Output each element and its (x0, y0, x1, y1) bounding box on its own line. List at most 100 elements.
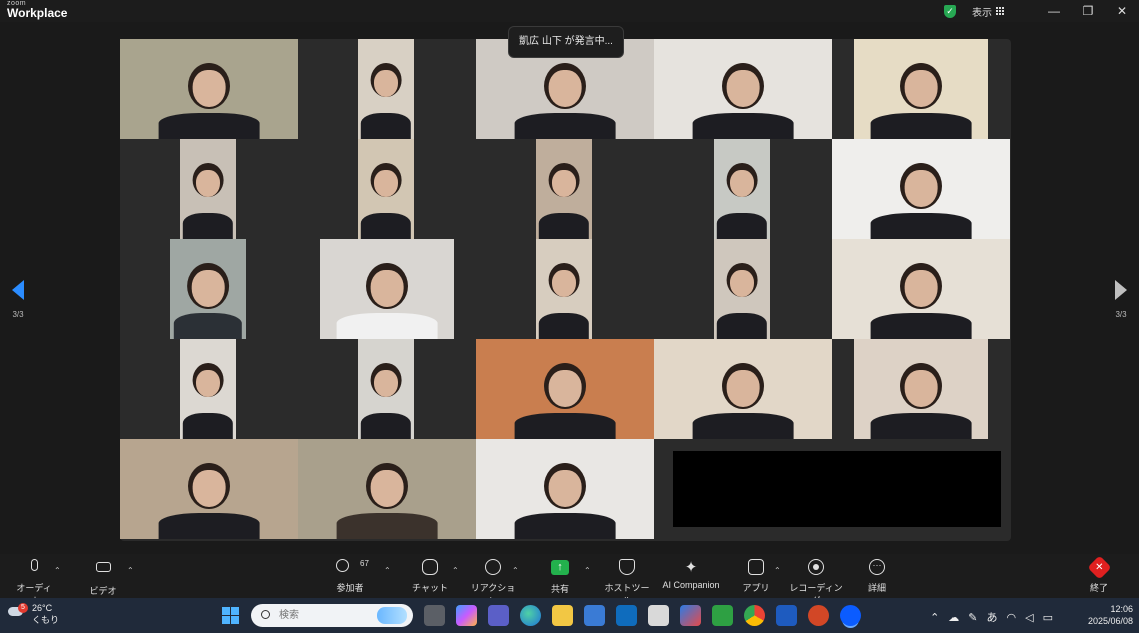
participant-video-tile[interactable] (120, 439, 298, 539)
paint-icon[interactable] (680, 605, 701, 626)
share-button[interactable]: ↑ 共有 (546, 558, 574, 595)
clock-time: 12:06 (1110, 604, 1133, 614)
system-tray: ⌃ ☁ ✎ あ ◠ ◁ ▭ (930, 609, 1053, 625)
camera-icon (95, 562, 111, 572)
taskbar-apps (424, 605, 861, 626)
outlook-icon[interactable] (616, 605, 637, 626)
participant-video-tile[interactable] (654, 339, 832, 439)
participant-face (729, 270, 755, 298)
apps-options-chevron-icon[interactable]: ⌃ (774, 566, 781, 575)
more-button[interactable]: ··· 詳細 (864, 558, 890, 594)
grid-view-icon[interactable] (996, 6, 1005, 16)
participant-face (726, 70, 760, 107)
previous-page-button[interactable]: 3/3 (6, 280, 30, 319)
ime-indicator[interactable]: あ (987, 609, 998, 625)
wifi-icon[interactable]: ◠ (1007, 611, 1017, 624)
chevron-up-icon[interactable]: ⌃ (930, 611, 939, 624)
apps-icon (748, 559, 764, 575)
participant-face (373, 370, 399, 398)
participant-video-tile[interactable] (832, 239, 1010, 339)
participant-video-tile[interactable] (832, 139, 1010, 239)
video-gallery (120, 39, 1011, 541)
shield-icon[interactable]: ✓ (944, 4, 956, 18)
video-off-tile[interactable] (673, 451, 1001, 527)
ai-companion-button[interactable]: ✦ AI Companion (660, 558, 722, 590)
video-options-chevron-icon[interactable]: ⌃ (127, 566, 134, 575)
weather-widget[interactable]: 5 26°C くもり (8, 602, 59, 626)
workplace-logo: Workplace (7, 6, 68, 20)
more-label: 詳細 (867, 583, 886, 593)
line-icon[interactable] (712, 605, 733, 626)
arrow-right-icon (1115, 280, 1127, 300)
chat-button[interactable]: チャット (412, 558, 448, 594)
restore-button[interactable]: ❐ (1071, 4, 1105, 18)
apps-label: アプリ (742, 583, 770, 593)
battery-icon[interactable]: ▭ (1043, 611, 1053, 624)
participant-video-tile[interactable] (170, 239, 246, 339)
store-icon[interactable] (584, 605, 605, 626)
search-input[interactable] (279, 607, 379, 624)
participant-video-tile[interactable] (536, 239, 592, 339)
meeting-stage: 3/3 3/3 凱広 山下 が発言中... (0, 22, 1139, 554)
clock[interactable]: 12:06 2025/06/08 (1088, 603, 1133, 627)
settings-icon[interactable] (648, 605, 669, 626)
participant-video-tile[interactable] (358, 339, 414, 439)
participants-button[interactable]: 67 参加者 (330, 558, 370, 594)
view-button[interactable]: 表示 (972, 4, 992, 19)
participant-video-tile[interactable] (298, 439, 476, 539)
audio-options-chevron-icon[interactable]: ⌃ (54, 566, 61, 575)
next-page-button[interactable]: 3/3 (1109, 280, 1133, 319)
participant-body (716, 213, 768, 239)
participant-video-tile[interactable] (180, 339, 236, 439)
chat-options-chevron-icon[interactable]: ⌃ (452, 566, 459, 575)
chrome-icon[interactable] (744, 605, 765, 626)
participant-video-tile[interactable] (854, 39, 988, 139)
apps-button[interactable]: アプリ (742, 558, 770, 594)
participant-face (548, 470, 582, 507)
participant-face (191, 270, 225, 307)
onedrive-icon[interactable]: ☁ (948, 611, 959, 624)
reactions-options-chevron-icon[interactable]: ⌃ (512, 566, 519, 575)
copilot-icon[interactable] (456, 605, 477, 626)
edge-icon[interactable] (520, 605, 541, 626)
participant-video-tile[interactable] (180, 139, 236, 239)
clock-date: 2025/06/08 (1087, 616, 1133, 626)
pen-icon[interactable]: ✎ (968, 611, 977, 624)
participant-face (195, 170, 221, 198)
participant-video-tile[interactable] (536, 139, 592, 239)
teams-icon[interactable] (488, 605, 509, 626)
participant-video-tile[interactable] (714, 139, 770, 239)
end-meeting-button[interactable]: ✕ 終了 (1086, 555, 1112, 594)
participant-video-tile[interactable] (854, 339, 988, 439)
word-icon[interactable] (776, 605, 797, 626)
participant-video-tile[interactable] (120, 39, 298, 139)
page-indicator-right: 3/3 (1115, 310, 1127, 319)
zoom-icon[interactable] (840, 605, 861, 626)
active-speaker-banner: 凱広 山下 が発言中... (508, 26, 624, 58)
notification-badge: 5 (18, 603, 28, 613)
taskbar-search[interactable] (251, 604, 413, 627)
participant-video-tile[interactable] (476, 439, 654, 539)
file-explorer-icon[interactable] (552, 605, 573, 626)
minimize-button[interactable]: — (1037, 4, 1071, 18)
windows-start-icon[interactable] (222, 607, 239, 624)
participant-face (726, 370, 760, 407)
end-icon: ✕ (1086, 555, 1112, 580)
participant-video-tile[interactable] (714, 239, 770, 339)
participant-video-tile[interactable] (476, 339, 654, 439)
participant-video-tile[interactable] (358, 39, 414, 139)
video-button[interactable]: ビデオ (86, 558, 120, 597)
participant-face (904, 270, 938, 307)
powerpoint-icon[interactable] (808, 605, 829, 626)
participants-options-chevron-icon[interactable]: ⌃ (384, 566, 391, 575)
task-view-icon[interactable] (424, 605, 445, 626)
participant-video-tile[interactable] (654, 39, 832, 139)
participant-video-tile[interactable] (320, 239, 454, 339)
share-options-chevron-icon[interactable]: ⌃ (584, 566, 591, 575)
participant-face (548, 370, 582, 407)
close-button[interactable]: ✕ (1105, 4, 1139, 18)
participant-video-tile[interactable] (358, 139, 414, 239)
volume-icon[interactable]: ◁ (1025, 611, 1033, 624)
participant-body (538, 213, 590, 239)
chat-label: チャット (412, 583, 448, 593)
